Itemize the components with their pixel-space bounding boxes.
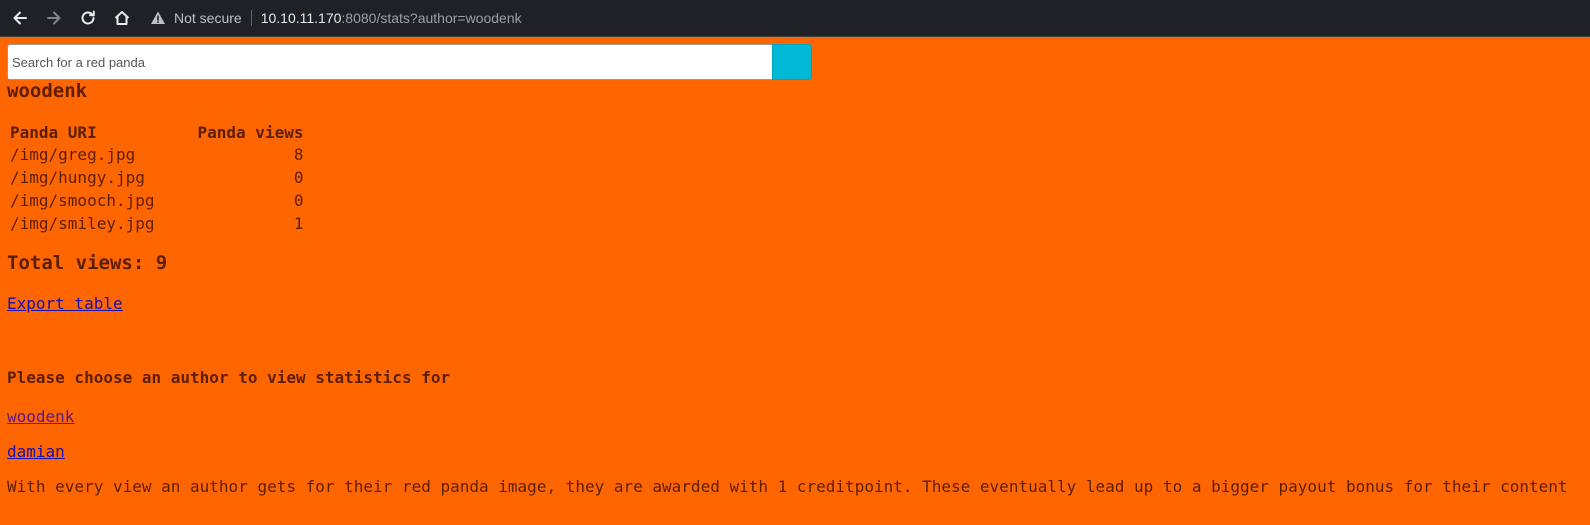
home-icon (114, 11, 130, 25)
address-bar[interactable]: Not secure 10.10.11.170:8080/stats?autho… (150, 4, 522, 32)
stats-table: Panda URI Panda views /img/greg.jpg 8 /i… (7, 121, 306, 236)
home-button[interactable] (106, 2, 138, 34)
back-button[interactable] (4, 2, 36, 34)
table-row: /img/smiley.jpg 1 (10, 213, 303, 234)
panda-views: 1 (293, 214, 304, 233)
url-path: :8080/stats?author=woodenk (341, 10, 522, 26)
panda-uri: /img/hungy.jpg (10, 168, 145, 187)
security-label[interactable]: Not secure (174, 10, 242, 26)
column-header-views: Panda views (197, 123, 304, 142)
panda-views: 0 (293, 191, 304, 210)
forward-arrow-icon (47, 11, 61, 25)
panda-views: 0 (293, 168, 304, 187)
table-header-row: Panda URI Panda views (10, 123, 303, 142)
total-views: Total views: 9 (7, 252, 168, 274)
search-button[interactable] (772, 44, 812, 80)
panda-uri: /img/smooch.jpg (10, 191, 155, 210)
panda-uri: /img/greg.jpg (10, 145, 136, 164)
reload-icon (81, 10, 95, 25)
choose-author-heading: Please choose an author to view statisti… (7, 368, 451, 387)
table-row: /img/hungy.jpg 0 (10, 167, 303, 188)
table-row: /img/smooch.jpg 0 (10, 190, 303, 211)
creditpoint-note: With every view an author gets for their… (7, 477, 1568, 496)
back-arrow-icon (13, 11, 27, 25)
url-host: 10.10.11.170 (260, 10, 342, 26)
forward-button[interactable] (38, 2, 70, 34)
address-divider (250, 10, 252, 26)
panda-views: 8 (293, 145, 304, 164)
author-link-damian[interactable]: damian (7, 442, 65, 461)
author-heading: woodenk (7, 80, 88, 102)
column-header-uri: Panda URI (10, 123, 97, 142)
search-input[interactable] (7, 44, 772, 80)
table-row: /img/greg.jpg 8 (10, 144, 303, 165)
browser-toolbar: Not secure 10.10.11.170:8080/stats?autho… (0, 0, 1590, 37)
reload-button[interactable] (72, 2, 104, 34)
export-table-link[interactable]: Export table (7, 294, 123, 313)
warning-icon (151, 11, 165, 24)
panda-uri: /img/smiley.jpg (10, 214, 155, 233)
author-link-woodenk[interactable]: woodenk (7, 407, 74, 426)
search-bar (7, 44, 812, 80)
